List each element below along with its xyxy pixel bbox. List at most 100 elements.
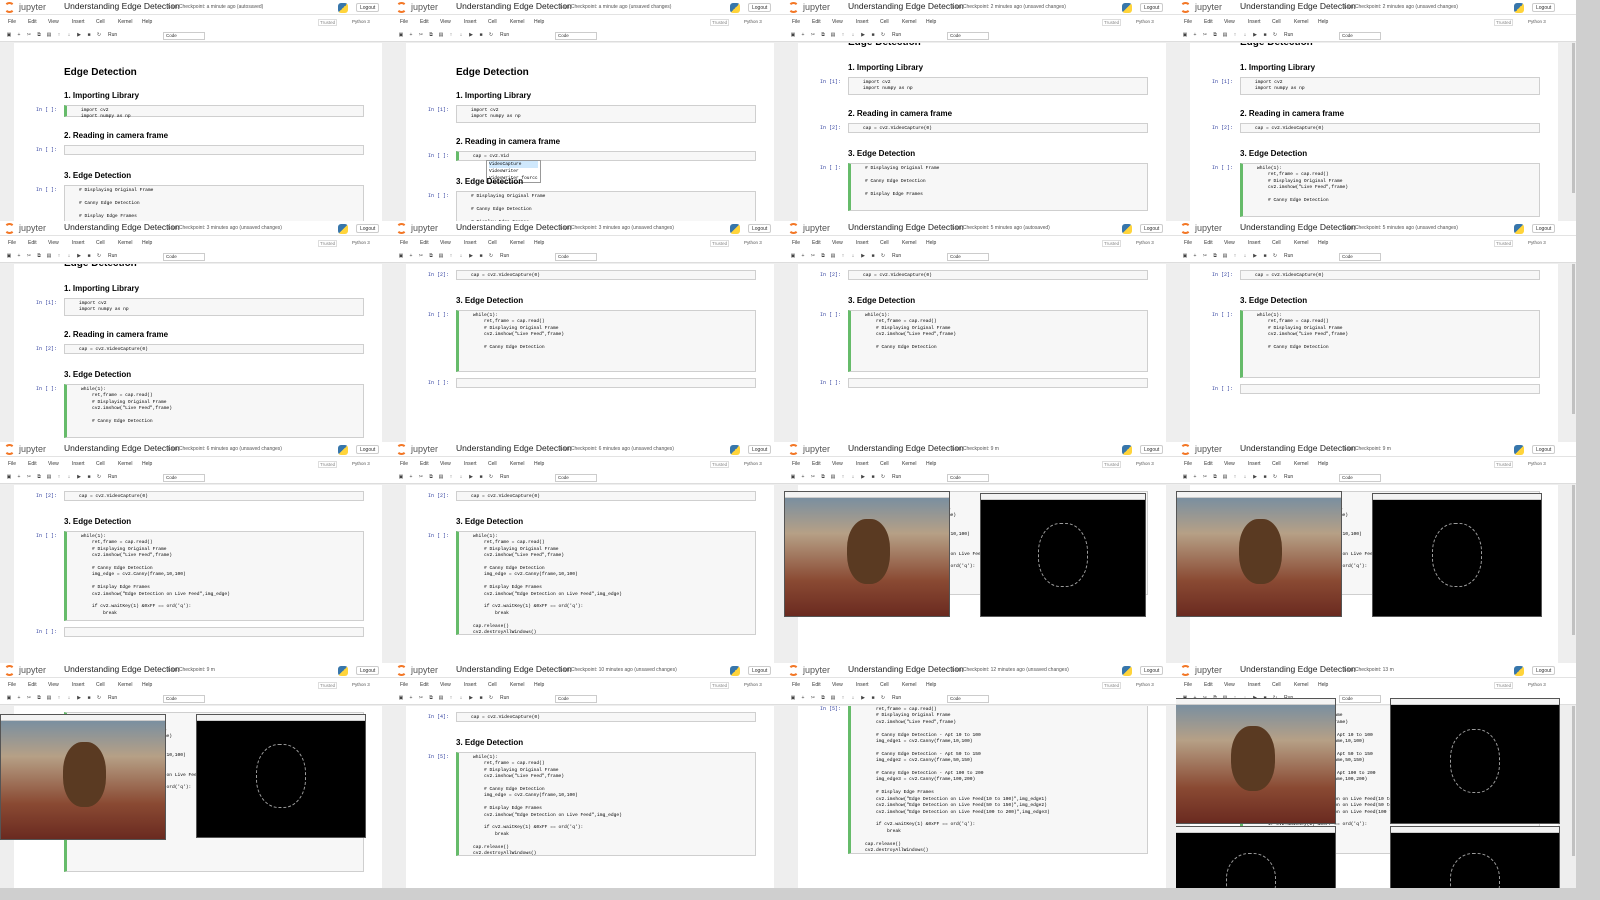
menu-cell[interactable]: Cell bbox=[96, 240, 105, 246]
menu-kernel[interactable]: Kernel bbox=[510, 461, 524, 467]
toolbar-icon[interactable]: ✂ bbox=[810, 32, 816, 39]
menu-file[interactable]: File bbox=[1184, 682, 1192, 688]
code-cell[interactable]: while(1): ret,frame = cap.read() # Displ… bbox=[1240, 310, 1540, 378]
toolbar-icon[interactable]: ↑ bbox=[1232, 32, 1238, 39]
menu-view[interactable]: View bbox=[440, 240, 451, 246]
toolbar-icon[interactable]: ▶ bbox=[468, 474, 474, 481]
toolbar-icon[interactable]: ↑ bbox=[56, 253, 62, 260]
scrollbar[interactable] bbox=[1572, 485, 1575, 635]
jupyter-logo-icon[interactable] bbox=[1180, 223, 1191, 234]
toolbar-icon[interactable]: ■ bbox=[478, 253, 484, 260]
cell-type-select[interactable]: Code bbox=[163, 695, 205, 703]
run-button[interactable]: Run bbox=[500, 474, 509, 480]
code-cell[interactable]: cap = cv2.VideoCapture(0) bbox=[456, 491, 756, 501]
jupyter-logo-icon[interactable] bbox=[396, 223, 407, 234]
kernel-indicator[interactable]: Python 3 bbox=[1136, 240, 1154, 245]
notebook-title[interactable]: Understanding Edge Detection bbox=[64, 664, 180, 674]
jupyter-logo-icon[interactable] bbox=[396, 665, 407, 676]
menu-file[interactable]: File bbox=[8, 461, 16, 467]
toolbar-icon[interactable]: ▣ bbox=[6, 253, 12, 260]
toolbar-icon[interactable]: ▣ bbox=[1182, 474, 1188, 481]
toolbar-icon[interactable]: + bbox=[800, 32, 806, 39]
toolbar-icon[interactable]: ↓ bbox=[458, 695, 464, 702]
toolbar-icon[interactable]: ▣ bbox=[790, 32, 796, 39]
cell-type-select[interactable]: Code bbox=[555, 253, 597, 261]
kernel-indicator[interactable]: Python 3 bbox=[1528, 461, 1546, 466]
menu-insert[interactable]: Insert bbox=[464, 682, 477, 688]
kernel-indicator[interactable]: Python 3 bbox=[1136, 19, 1154, 24]
toolbar-icon[interactable]: ⧉ bbox=[428, 695, 434, 702]
run-button[interactable]: Run bbox=[108, 474, 117, 480]
toolbar-icon[interactable]: ▤ bbox=[46, 32, 52, 39]
toolbar-icon[interactable]: ■ bbox=[870, 32, 876, 39]
menu-help[interactable]: Help bbox=[142, 461, 152, 467]
code-cell[interactable]: cap = cv2.VideoCapture(0) bbox=[1240, 270, 1540, 280]
menu-edit[interactable]: Edit bbox=[812, 461, 821, 467]
menu-file[interactable]: File bbox=[1184, 461, 1192, 467]
toolbar-icon[interactable]: ⧉ bbox=[36, 253, 42, 260]
code-cell[interactable]: cap = cv2.VideoCapture(0) bbox=[64, 491, 364, 501]
notebook-title[interactable]: Understanding Edge Detection bbox=[64, 1, 180, 11]
menu-kernel[interactable]: Kernel bbox=[1294, 461, 1308, 467]
menu-edit[interactable]: Edit bbox=[28, 682, 37, 688]
code-cell[interactable]: while(1): ret,frame = cap.read() # Displ… bbox=[64, 384, 364, 438]
menu-kernel[interactable]: Kernel bbox=[1294, 240, 1308, 246]
logout-button[interactable]: Logout bbox=[748, 224, 772, 233]
menu-view[interactable]: View bbox=[832, 19, 843, 25]
menu-file[interactable]: File bbox=[8, 240, 16, 246]
toolbar-icon[interactable]: ⧉ bbox=[36, 32, 42, 39]
code-cell[interactable]: import cv2 import numpy as np bbox=[64, 105, 364, 119]
code-cell[interactable]: while(1): ret,frame = cap.read() # Displ… bbox=[64, 531, 364, 621]
toolbar-icon[interactable]: ▶ bbox=[468, 695, 474, 702]
menu-file[interactable]: File bbox=[1184, 19, 1192, 25]
menu-cell[interactable]: Cell bbox=[96, 682, 105, 688]
menu-insert[interactable]: Insert bbox=[72, 19, 85, 25]
toolbar-icon[interactable]: ⧉ bbox=[428, 32, 434, 39]
menu-kernel[interactable]: Kernel bbox=[1294, 682, 1308, 688]
edge-detection-window[interactable] bbox=[196, 714, 366, 838]
toolbar-icon[interactable]: ▶ bbox=[860, 32, 866, 39]
toolbar-icon[interactable]: ⧉ bbox=[36, 474, 42, 481]
run-button[interactable]: Run bbox=[108, 253, 117, 259]
menu-kernel[interactable]: Kernel bbox=[510, 682, 524, 688]
menu-help[interactable]: Help bbox=[926, 461, 936, 467]
notebook-title[interactable]: Understanding Edge Detection bbox=[848, 222, 964, 232]
toolbar-icon[interactable]: ▣ bbox=[6, 32, 12, 39]
menu-view[interactable]: View bbox=[1224, 240, 1235, 246]
menu-cell[interactable]: Cell bbox=[488, 682, 497, 688]
toolbar-icon[interactable]: ↻ bbox=[96, 695, 102, 702]
code-cell[interactable]: import cv2 import numpy as np bbox=[848, 77, 1148, 95]
run-button[interactable]: Run bbox=[1284, 474, 1293, 480]
toolbar-icon[interactable]: ▤ bbox=[46, 695, 52, 702]
menu-insert[interactable]: Insert bbox=[464, 461, 477, 467]
logout-button[interactable]: Logout bbox=[748, 666, 772, 675]
toolbar-icon[interactable]: + bbox=[800, 474, 806, 481]
toolbar-icon[interactable]: ■ bbox=[478, 474, 484, 481]
logout-button[interactable]: Logout bbox=[1140, 3, 1164, 12]
cell-type-select[interactable]: Code bbox=[163, 32, 205, 40]
kernel-indicator[interactable]: Python 3 bbox=[352, 682, 370, 687]
code-cell[interactable]: ret,frame = cap.read() # Displaying Orig… bbox=[848, 706, 1148, 854]
menu-insert[interactable]: Insert bbox=[856, 461, 869, 467]
edge-detection-window[interactable] bbox=[1390, 698, 1560, 824]
menu-cell[interactable]: Cell bbox=[880, 19, 889, 25]
toolbar-icon[interactable]: + bbox=[408, 474, 414, 481]
menu-kernel[interactable]: Kernel bbox=[902, 19, 916, 25]
toolbar-icon[interactable]: ▤ bbox=[1222, 474, 1228, 481]
toolbar-icon[interactable]: ▶ bbox=[468, 253, 474, 260]
menu-cell[interactable]: Cell bbox=[96, 461, 105, 467]
menu-view[interactable]: View bbox=[48, 682, 59, 688]
toolbar-icon[interactable]: ⧉ bbox=[1212, 253, 1218, 260]
menu-help[interactable]: Help bbox=[534, 682, 544, 688]
jupyter-logo-icon[interactable] bbox=[1180, 444, 1191, 455]
code-cell[interactable]: while(1): ret,frame = cap.read() # Displ… bbox=[456, 310, 756, 372]
menu-edit[interactable]: Edit bbox=[812, 682, 821, 688]
scrollbar[interactable] bbox=[1572, 43, 1575, 193]
menu-file[interactable]: File bbox=[400, 461, 408, 467]
toolbar-icon[interactable]: ⧉ bbox=[1212, 32, 1218, 39]
cell-type-select[interactable]: Code bbox=[947, 474, 989, 482]
edge-detection-window[interactable] bbox=[1390, 826, 1560, 888]
menu-insert[interactable]: Insert bbox=[464, 19, 477, 25]
toolbar-icon[interactable]: ↻ bbox=[488, 32, 494, 39]
menu-help[interactable]: Help bbox=[926, 240, 936, 246]
